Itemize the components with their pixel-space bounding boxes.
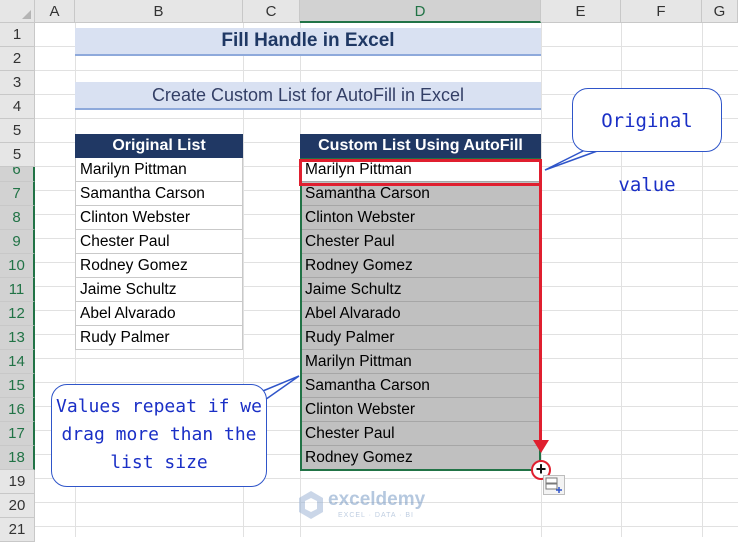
callout-text-line: drag more than the (61, 424, 257, 445)
callout-original-value: Original value (572, 88, 722, 196)
watermark-name: exceldemy (328, 489, 426, 510)
callout-text-line: Values repeat if we (56, 396, 262, 417)
watermark-logo: exceldemy EXCEL · DATA · BI (298, 488, 438, 524)
autofill-options-glyph-icon (545, 477, 562, 493)
callout-values-repeat: Values repeat if we drag more than the l… (51, 384, 267, 487)
exceldemy-logo-icon (299, 491, 323, 519)
callout-text-line: list size (110, 452, 208, 473)
watermark-tagline: EXCEL · DATA · BI (338, 512, 414, 519)
autofill-options-icon[interactable] (543, 475, 565, 495)
